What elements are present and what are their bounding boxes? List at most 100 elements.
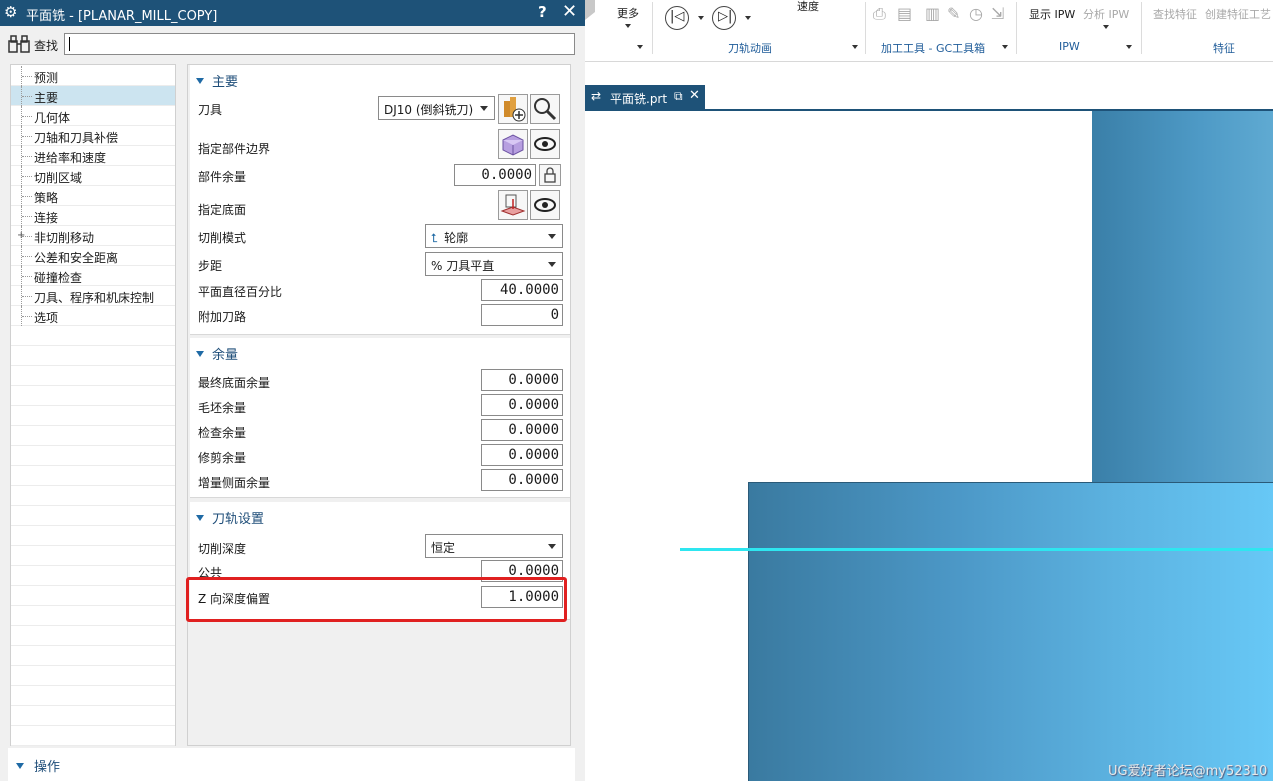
tree-empty-row xyxy=(11,686,175,706)
section-path-header[interactable]: 刀轨设置 xyxy=(196,508,264,527)
stepover-label: 步距 xyxy=(198,259,223,273)
table-icon[interactable]: ▥ xyxy=(925,4,940,23)
tree-item-label: 刀轴和刀具补偿 xyxy=(34,131,119,145)
operations-title: 操作 xyxy=(34,760,61,775)
eye-icon xyxy=(534,137,556,151)
blank-stock-input[interactable]: 0.0000 xyxy=(481,394,563,416)
tree-item[interactable]: 碰撞检查 xyxy=(11,266,175,286)
new-tool-button[interactable] xyxy=(498,94,528,124)
chevron-down-icon xyxy=(745,16,751,20)
tree-item[interactable]: 切削区域 xyxy=(11,166,175,186)
part-solid-upper[interactable] xyxy=(1092,111,1273,482)
binoculars-icon[interactable] xyxy=(8,35,30,53)
tool-label: 刀具 xyxy=(198,103,223,117)
edit-tool-button[interactable] xyxy=(530,94,560,124)
analyze-ipw-button[interactable]: 分析 IPW xyxy=(1083,6,1129,22)
section-main-title: 主要 xyxy=(212,75,239,90)
forward-button[interactable]: ▷| xyxy=(712,6,736,30)
speed-label: 速度 xyxy=(797,0,819,13)
cut-depth-dropdown[interactable]: 恒定 xyxy=(425,534,563,558)
final-floor-stock-input[interactable]: 0.0000 xyxy=(481,369,563,391)
tree-item[interactable]: 主要 xyxy=(11,86,175,106)
find-row: 查找 xyxy=(0,26,585,62)
expand-plus-icon[interactable]: + xyxy=(17,231,25,241)
tab-planar-mill-prt[interactable]: ⇄ 平面铣.prt ⧉ ✕ xyxy=(585,85,705,110)
step-forward-icon: ▷| xyxy=(718,9,733,24)
machining-tools-group: 加工工具 - GC工具箱 xyxy=(881,42,986,55)
tool-dropdown[interactable]: DJ10 (倒斜铣刀) xyxy=(378,96,495,120)
machining-tool-icon[interactable]: ⎙ xyxy=(873,4,886,24)
export-icon[interactable]: ⇲ xyxy=(991,4,1004,23)
more-button[interactable]: 更多 xyxy=(617,5,639,21)
show-ipw-button[interactable]: 显示 IPW xyxy=(1029,6,1075,22)
rewind-button[interactable]: |◁ xyxy=(665,6,689,30)
cut-pattern-dropdown[interactable]: ⮤ 轮廓 xyxy=(425,224,563,248)
stock-row-label: 修剪余量 xyxy=(198,451,247,465)
part-solid-lower[interactable] xyxy=(748,482,1273,781)
dialog-titlebar: ⚙ 平面铣 - [PLANAR_MILL_COPY] ? ✕ xyxy=(0,0,585,26)
tree-item[interactable]: 刀轴和刀具补偿 xyxy=(11,126,175,146)
tree-item-label: 连接 xyxy=(34,211,59,225)
close-button[interactable]: ✕ xyxy=(562,1,577,22)
check-stock-input[interactable]: 0.0000 xyxy=(481,419,563,441)
partial-arrow-icon xyxy=(585,0,595,20)
tree-guide-line xyxy=(22,296,32,297)
tree-item[interactable]: 公差和安全距离 xyxy=(11,246,175,266)
tree-item-label: 公差和安全距离 xyxy=(34,251,119,265)
tree-item[interactable]: 连接 xyxy=(11,206,175,226)
section-main-header[interactable]: 主要 xyxy=(196,71,238,90)
sync-file-icon: ⇄ xyxy=(591,89,602,103)
section-stock: 余量 最终底面余量 0.0000 毛坯余量 0.0000 检查余量 0.0000… xyxy=(190,338,570,498)
chevron-down-icon xyxy=(625,24,631,28)
find-feature-button[interactable]: 查找特征 xyxy=(1153,6,1197,22)
tree-empty-row xyxy=(11,506,175,526)
gear-icon: ⚙ xyxy=(4,3,18,21)
tree-item[interactable]: + 非切削移动 xyxy=(11,226,175,246)
tree-item[interactable]: 策略 xyxy=(11,186,175,206)
tree-item[interactable]: 选项 xyxy=(11,306,175,326)
display-part-boundary-button[interactable] xyxy=(530,129,560,159)
tree-item[interactable]: 进给率和速度 xyxy=(11,146,175,166)
create-feature-process-button[interactable]: 创建特征工艺 xyxy=(1205,6,1271,22)
tree-empty-row xyxy=(11,566,175,586)
trim-stock-input[interactable]: 0.0000 xyxy=(481,444,563,466)
chevron-down-icon xyxy=(1126,45,1132,49)
find-input[interactable] xyxy=(64,33,575,55)
ipw-group: IPW xyxy=(1059,40,1080,53)
flat-percent-input[interactable]: 40.0000 xyxy=(481,279,563,301)
clock-icon[interactable]: ◷ xyxy=(969,4,983,23)
tree-empty-row xyxy=(11,486,175,506)
floor-plane-icon xyxy=(500,194,526,216)
close-tab-icon[interactable]: ✕ xyxy=(689,88,700,103)
tree-empty-row xyxy=(11,466,175,486)
tree-guide-line xyxy=(22,176,32,177)
tree-empty-row xyxy=(11,346,175,366)
tree-item[interactable]: 刀具、程序和机床控制 xyxy=(11,286,175,306)
chevron-down-icon xyxy=(548,262,556,267)
tree-empty-row xyxy=(11,646,175,666)
detach-icon[interactable]: ⧉ xyxy=(674,89,683,104)
toolpath-line[interactable] xyxy=(680,548,1273,551)
tree-item[interactable]: 预测 xyxy=(11,66,175,86)
select-floor-button[interactable] xyxy=(498,190,528,220)
wrench-icon xyxy=(534,98,557,121)
operations-section[interactable]: 操作 xyxy=(8,748,575,781)
section-stock-header[interactable]: 余量 xyxy=(196,344,238,363)
part-boundary-label: 指定部件边界 xyxy=(198,142,271,156)
stepover-dropdown[interactable]: % 刀具平直 xyxy=(425,252,563,276)
tree-empty-row xyxy=(11,526,175,546)
cut-pattern-label: 切削模式 xyxy=(198,231,247,245)
brush-icon[interactable]: ✎ xyxy=(947,4,960,23)
select-part-boundary-button[interactable] xyxy=(498,129,528,159)
help-button[interactable]: ? xyxy=(538,3,547,21)
tree-empty-row xyxy=(11,706,175,726)
tree-item[interactable]: 几何体 xyxy=(11,106,175,126)
extra-passes-input[interactable]: 0 xyxy=(481,304,563,326)
part-stock-input[interactable]: 0.0000 xyxy=(454,164,536,186)
display-floor-button[interactable] xyxy=(530,190,560,220)
wall-stock-input[interactable]: 0.0000 xyxy=(481,469,563,491)
lock-button[interactable] xyxy=(539,164,561,186)
document-icon[interactable]: ▤ xyxy=(897,4,912,23)
tree-empty-row xyxy=(11,586,175,606)
stock-row-label: 最终底面余量 xyxy=(198,376,271,390)
